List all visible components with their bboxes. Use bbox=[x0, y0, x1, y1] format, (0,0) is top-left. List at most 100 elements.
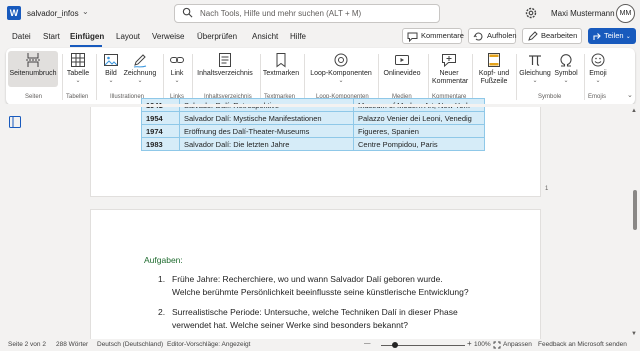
scroll-up-icon[interactable]: ▲ bbox=[631, 108, 637, 114]
tab-hilfe[interactable]: Hilfe bbox=[290, 32, 306, 41]
image-label: Bild bbox=[105, 70, 117, 77]
tab-datei[interactable]: Datei bbox=[12, 32, 31, 41]
table-row[interactable]: 1983 Salvador Dalí: Die letzten Jahre Ce… bbox=[141, 137, 485, 151]
link-button[interactable]: Link ⌄ bbox=[166, 51, 188, 87]
loop-icon bbox=[334, 53, 348, 67]
table-cell-place[interactable]: Figueres, Spanien bbox=[353, 124, 485, 138]
share-icon bbox=[593, 33, 601, 40]
share-button[interactable]: Teilen ⌄ bbox=[588, 28, 636, 44]
loop-button[interactable]: Loop-Komponenten ⌄ bbox=[308, 51, 374, 87]
comments-button[interactable]: Kommentare bbox=[402, 28, 464, 44]
editing-mode-button[interactable]: Bearbeiten ⌄ bbox=[522, 28, 582, 54]
ribbon-divider bbox=[516, 54, 517, 100]
word-count[interactable]: 288 Wörter bbox=[56, 341, 88, 348]
tab-layout[interactable]: Layout bbox=[116, 32, 140, 41]
chevron-down-icon[interactable]: ⌄ bbox=[82, 7, 89, 16]
pi-icon bbox=[529, 55, 541, 66]
pencil-icon bbox=[528, 31, 538, 41]
page-break-icon bbox=[26, 53, 40, 67]
emoji-button[interactable]: Emoji ⌄ bbox=[586, 51, 610, 87]
image-button[interactable]: Bild ⌄ bbox=[98, 51, 124, 87]
chevron-down-icon: ⌄ bbox=[108, 78, 114, 84]
new-comment-button[interactable]: Neuer Kommentar bbox=[432, 51, 468, 87]
table-cell-year[interactable]: 1983 bbox=[141, 137, 180, 151]
title-bar: W salvador_infos ⌄ Nach Tools, Hilfe und… bbox=[0, 0, 640, 27]
header-footer-button[interactable]: Kopf- und Fußzeile bbox=[476, 51, 512, 87]
zoom-level[interactable]: 100% bbox=[474, 341, 491, 348]
table-cell-event[interactable]: Eröffnung des Dalí-Theater-Museums bbox=[179, 124, 354, 138]
avatar[interactable]: MM bbox=[616, 4, 635, 23]
chevron-down-icon: ⌄ bbox=[625, 34, 631, 40]
bookmarks-label: Textmarken bbox=[262, 70, 300, 77]
page-number: 1 bbox=[545, 186, 549, 192]
table-button[interactable]: Tabelle ⌄ bbox=[64, 51, 92, 87]
scrollbar-thumb[interactable] bbox=[633, 190, 637, 230]
ribbon-divider bbox=[62, 54, 63, 100]
omega-icon bbox=[560, 54, 572, 67]
tab-ansicht[interactable]: Ansicht bbox=[252, 32, 278, 41]
scroll-down-icon[interactable]: ▼ bbox=[631, 331, 637, 337]
ribbon-divider bbox=[192, 54, 193, 100]
search-input[interactable]: Nach Tools, Hilfe und mehr suchen (ALT +… bbox=[200, 9, 361, 18]
gear-icon[interactable] bbox=[524, 6, 538, 20]
list-item-text: Frühe Jahre: Recherchiere, wo und wann S… bbox=[172, 274, 469, 297]
symbol-button[interactable]: Symbol ⌄ bbox=[552, 51, 580, 87]
tab-einfuegen[interactable]: Einfügen bbox=[70, 32, 104, 41]
user-name[interactable]: Maxi Mustermann bbox=[551, 9, 615, 18]
navigation-pane-icon[interactable] bbox=[9, 116, 21, 128]
tab-start[interactable]: Start bbox=[43, 32, 60, 41]
link-icon bbox=[170, 57, 184, 63]
word-logo-icon[interactable]: W bbox=[7, 6, 21, 20]
search-icon bbox=[182, 7, 193, 18]
comments-label: Kommentare bbox=[421, 31, 464, 40]
catchup-icon bbox=[473, 32, 483, 41]
tab-verweise[interactable]: Verweise bbox=[152, 32, 184, 41]
fit-icon bbox=[493, 341, 501, 349]
equation-button[interactable]: Gleichung ⌄ bbox=[518, 51, 552, 87]
zoom-out-button[interactable]: — bbox=[364, 340, 371, 347]
toc-button[interactable]: Inhaltsverzeichnis bbox=[196, 51, 254, 87]
table-cell-event[interactable]: Salvador Dalí: Mystische Manifestationen bbox=[179, 111, 354, 125]
editor-status[interactable]: Editor-Vorschläge: Angezeigt bbox=[167, 341, 250, 348]
ribbon-divider bbox=[96, 54, 97, 100]
document-title[interactable]: salvador_infos bbox=[27, 9, 79, 18]
table-cell-place[interactable]: Centre Pompidou, Paris bbox=[353, 137, 485, 151]
chevron-down-icon[interactable]: ⌄ bbox=[627, 91, 633, 99]
online-video-button[interactable]: Onlinevideo bbox=[380, 51, 424, 87]
page-break-button[interactable]: Seitenumbruch bbox=[8, 51, 58, 87]
chevron-down-icon: ⌄ bbox=[338, 78, 344, 84]
table-row[interactable]: 1974 Eröffnung des Dalí-Theater-Museums … bbox=[141, 124, 485, 138]
catchup-button[interactable]: Aufholen bbox=[468, 28, 517, 44]
zoom-slider-thumb[interactable] bbox=[392, 342, 398, 348]
chevron-down-icon: ⌄ bbox=[595, 78, 601, 84]
bookmark-icon bbox=[276, 53, 286, 68]
ribbon-divider bbox=[472, 54, 473, 100]
chevron-down-icon: ⌄ bbox=[563, 78, 569, 84]
comment-icon bbox=[407, 32, 418, 42]
language-status[interactable]: Deutsch (Deutschland) bbox=[97, 341, 163, 348]
image-icon bbox=[104, 54, 118, 66]
fit-button[interactable]: Anpassen bbox=[503, 341, 532, 348]
page-count[interactable]: Seite 2 von 2 bbox=[8, 341, 46, 348]
table-cell-place[interactable]: Palazzo Venier dei Leoni, Venedig bbox=[353, 111, 485, 125]
table-row[interactable]: 1954 Salvador Dalí: Mystische Manifestat… bbox=[141, 111, 485, 125]
emoji-icon bbox=[591, 53, 605, 67]
tab-ueberpruefen[interactable]: Überprüfen bbox=[197, 32, 237, 41]
feedback-link[interactable]: Feedback an Microsoft senden bbox=[538, 341, 627, 348]
zoom-in-button[interactable]: + bbox=[467, 339, 472, 348]
toc-icon bbox=[219, 53, 231, 67]
drawing-button[interactable]: Zeichnung ⌄ bbox=[123, 51, 157, 87]
tasks-heading: Aufgaben: bbox=[144, 255, 183, 265]
chevron-down-icon: ⌄ bbox=[174, 78, 180, 84]
bookmarks-button[interactable]: Textmarken bbox=[262, 51, 300, 87]
ribbon-gap bbox=[0, 104, 640, 107]
list-item-text: Surrealistische Periode: Untersuche, wel… bbox=[172, 307, 458, 330]
list-item-number: 2. bbox=[158, 307, 166, 317]
ribbon-divider bbox=[260, 54, 261, 100]
emoji-label: Emoji bbox=[589, 70, 607, 77]
table-cell-event[interactable]: Salvador Dalí: Die letzten Jahre bbox=[179, 137, 354, 151]
drawing-label: Zeichnung bbox=[123, 70, 157, 77]
header-footer-label: Kopf- und Fußzeile bbox=[478, 70, 510, 85]
table-cell-year[interactable]: 1954 bbox=[141, 111, 180, 125]
table-cell-year[interactable]: 1974 bbox=[141, 124, 180, 138]
